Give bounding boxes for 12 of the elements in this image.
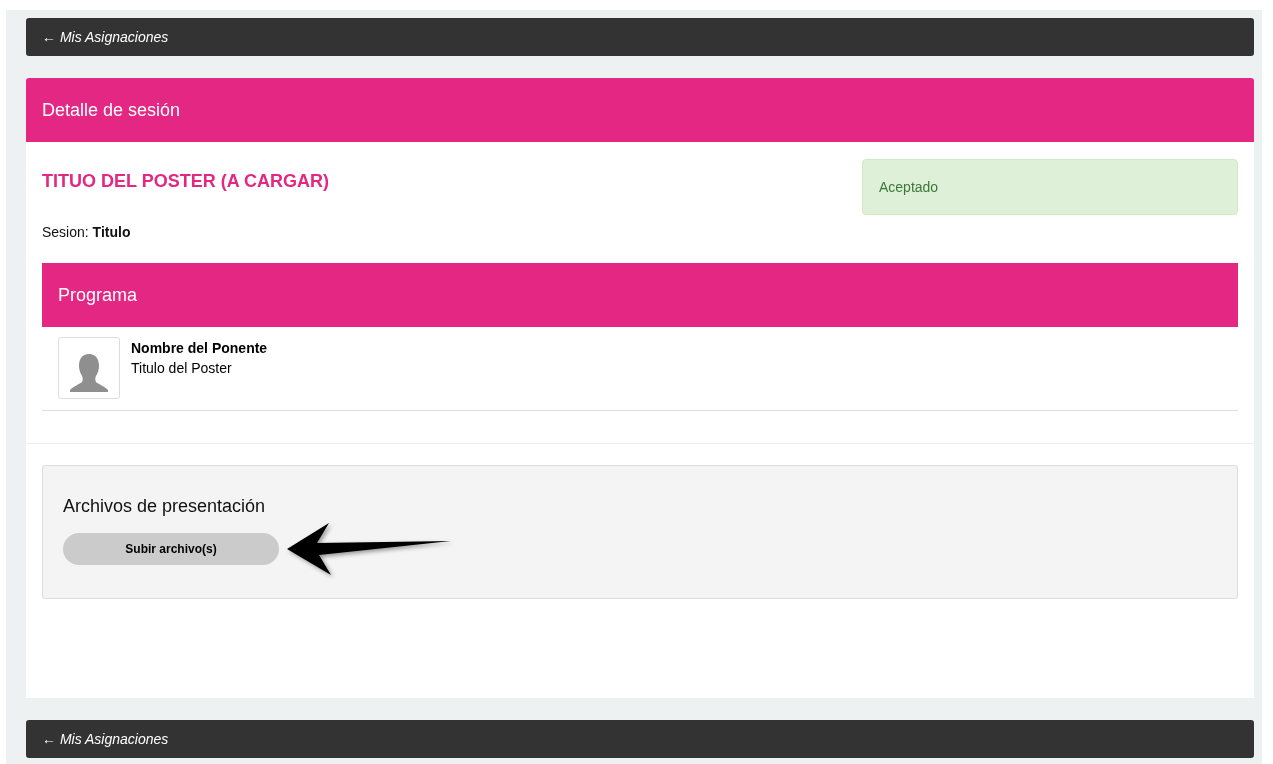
panel-title: Detalle de sesión bbox=[42, 99, 181, 121]
program-title: Programa bbox=[58, 284, 138, 306]
status-alert: Aceptado bbox=[862, 159, 1238, 215]
back-link[interactable]: ← Mis Asignaciones bbox=[26, 18, 1254, 56]
upload-button[interactable]: Subir archivo(s) bbox=[63, 533, 279, 565]
avatar-icon bbox=[58, 337, 120, 399]
poster-title: TITUO DEL POSTER (A CARGAR) bbox=[42, 171, 329, 192]
session-text: Sesion: Titulo bbox=[42, 224, 132, 240]
back-link[interactable]: ← Mis Asignaciones bbox=[26, 720, 1254, 758]
files-title: Archivos de presentación bbox=[63, 496, 267, 517]
poster-name: Titulo del Poster bbox=[131, 360, 233, 376]
speaker-name: Nombre del Ponente bbox=[131, 340, 268, 356]
